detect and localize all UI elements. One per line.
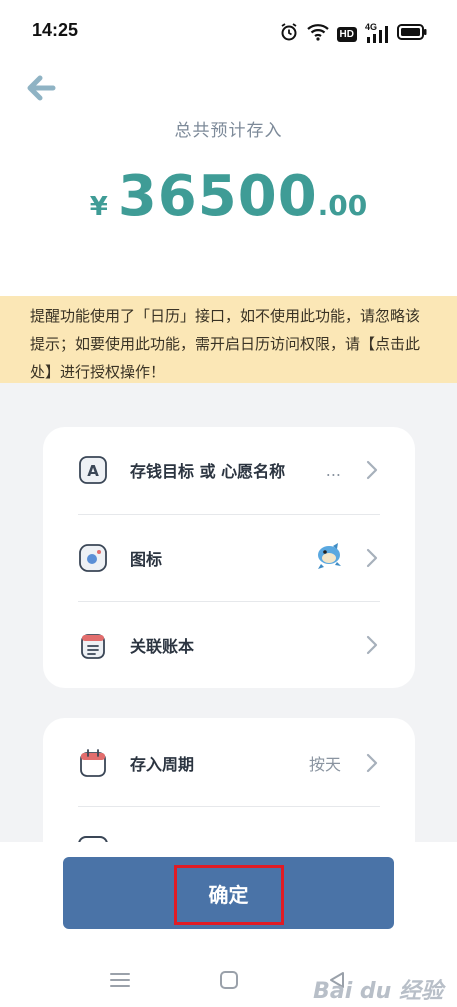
amount-decimal: .00 <box>317 189 368 222</box>
home-square-icon[interactable] <box>214 965 244 995</box>
goal-name-row[interactable]: A 存钱目标 或 心愿名称 ... <box>43 427 415 513</box>
deposit-cycle-label: 存入周期 <box>130 755 195 774</box>
divider <box>78 806 380 807</box>
goal-name-label: 存钱目标 或 心愿名称 <box>130 462 286 481</box>
record-icon <box>78 543 108 573</box>
icon-row[interactable]: 图标 <box>43 515 415 601</box>
linked-ledger-row[interactable]: 关联账本 <box>43 602 415 688</box>
total-label: 总共预计存入 <box>174 121 283 141</box>
chevron-right-icon <box>365 635 379 655</box>
currency-symbol: ¥ <box>89 192 108 222</box>
summary-header: 总共预计存入 ¥ 36500 .00 <box>0 64 457 296</box>
watermark: Bai du 经验 <box>313 979 443 1004</box>
status-time: 14:25 <box>32 20 79 40</box>
deposit-cycle-value: 按天 <box>308 755 341 774</box>
system-nav-bar: Bai du 经验 <box>0 957 457 1007</box>
status-bar: 14:25 HD 4G <box>0 0 457 64</box>
svg-text:A: A <box>87 462 99 480</box>
chevron-right-icon <box>365 460 379 480</box>
alarm-icon <box>279 22 299 46</box>
wifi-icon <box>306 23 329 45</box>
deposit-cycle-row[interactable]: 存入周期 按天 <box>43 720 415 806</box>
amount-integer: 36500 <box>117 164 318 229</box>
goal-settings-card: A 存钱目标 或 心愿名称 ... 图标 关联账本 <box>43 427 415 688</box>
back-button[interactable] <box>22 70 62 110</box>
arrow-left-icon <box>27 75 57 105</box>
menu-icon[interactable] <box>105 965 135 995</box>
hd-icon: HD <box>336 26 357 42</box>
icon-label: 图标 <box>130 550 163 569</box>
bottom-panel: 确定 Bai du 经验 <box>0 842 457 1007</box>
battery-icon <box>397 24 427 44</box>
calendar-list-icon <box>78 630 108 660</box>
chevron-right-icon <box>365 753 379 773</box>
dolphin-icon <box>313 540 345 576</box>
signal-4g-icon: 4G <box>365 22 389 43</box>
schedule-card: 存入周期 按天 <box>43 718 415 858</box>
status-icons: HD 4G <box>279 22 427 46</box>
letter-a-icon: A <box>78 455 108 485</box>
calendar-icon <box>78 748 108 778</box>
confirm-button[interactable]: 确定 <box>63 857 394 929</box>
chevron-right-icon <box>365 548 379 568</box>
total-amount: ¥ 36500 .00 <box>0 164 457 229</box>
calendar-permission-notice[interactable]: 提醒功能使用了「日历」接口，如不使用此功能，请忽略该提示；如要使用此功能，需开启… <box>0 296 457 383</box>
linked-ledger-label: 关联账本 <box>130 637 195 656</box>
goal-name-value: ... <box>325 460 341 480</box>
